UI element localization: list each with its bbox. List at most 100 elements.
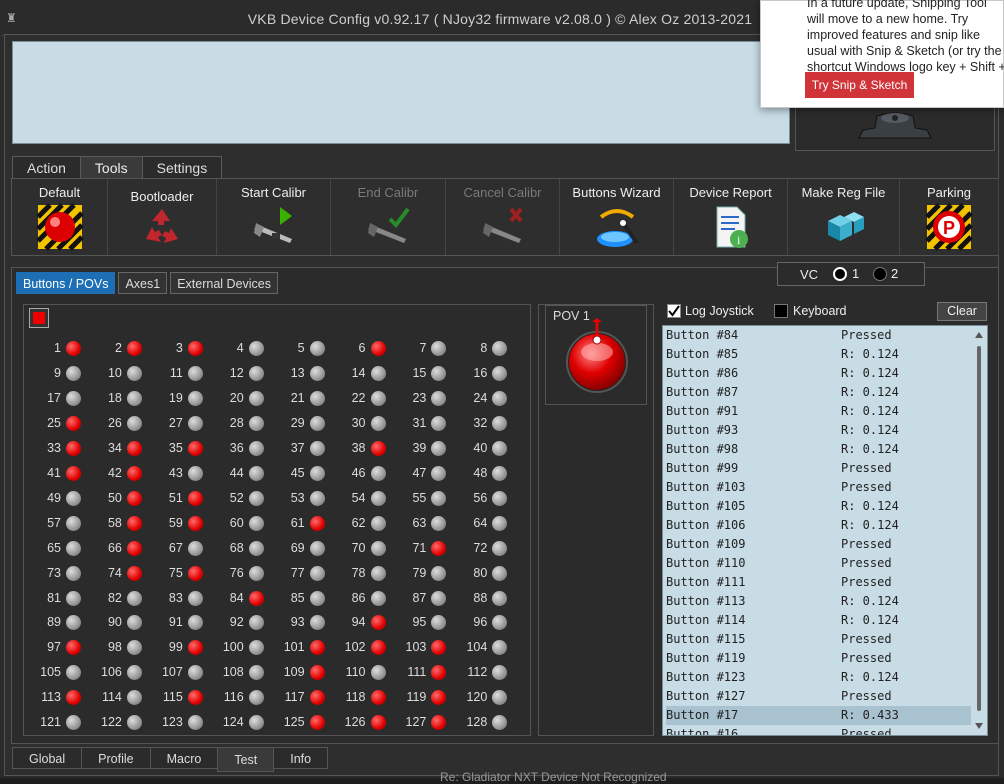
log-row[interactable]: Button #109 Pressed <box>666 535 973 554</box>
log-row[interactable]: Button #110 Pressed <box>666 554 973 573</box>
subtab-external-devices[interactable]: External Devices <box>170 272 279 294</box>
button-number: 82 <box>107 590 122 605</box>
button-led-icon <box>431 490 447 506</box>
bottom-tab-global[interactable]: Global <box>12 747 83 769</box>
button-number: 40 <box>473 440 488 455</box>
vc-radio-2[interactable] <box>873 267 887 281</box>
log-row[interactable]: Button #87 R: 0.124 <box>666 383 973 402</box>
button-number: 75 <box>168 565 183 580</box>
bottom-tab-info[interactable]: Info <box>273 747 329 769</box>
log-row[interactable]: Button #16 Pressed <box>666 725 973 735</box>
button-led-icon <box>370 565 386 581</box>
button-indicator: 27 <box>143 415 203 433</box>
button-indicator: 14 <box>326 365 386 383</box>
button-led-icon <box>431 440 447 456</box>
clear-button[interactable]: Clear <box>937 302 987 321</box>
tool-bootloader-button[interactable]: Bootloader <box>108 179 217 255</box>
button-number: 61 <box>290 515 305 530</box>
button-number: 12 <box>229 365 244 380</box>
tool-label: Device Report <box>689 185 772 200</box>
button-number: 101 <box>283 640 305 655</box>
button-indicator: 17 <box>21 390 81 408</box>
button-led-icon <box>492 540 508 556</box>
log-row[interactable]: Button #113 R: 0.124 <box>666 592 973 611</box>
subtab-axes1[interactable]: Axes1 <box>118 272 168 294</box>
button-indicator: 85 <box>265 590 325 608</box>
button-led-icon <box>126 540 142 556</box>
button-led-icon <box>309 341 325 356</box>
button-indicator: 39 <box>386 440 447 458</box>
log-row[interactable]: Button #84 Pressed <box>666 326 973 345</box>
log-value: R: 0.124 <box>841 385 899 399</box>
log-row[interactable]: Button #111 Pressed <box>666 573 973 592</box>
tab-tools[interactable]: Tools <box>79 156 143 178</box>
try-snip-sketch-button[interactable]: Try Snip & Sketch <box>805 72 914 98</box>
log-scrollbar[interactable] <box>971 326 987 735</box>
tool-buttons-wizard-button[interactable]: Buttons Wizard <box>560 179 674 255</box>
log-row[interactable]: Button #91 R: 0.124 <box>666 402 973 421</box>
button-indicator: 94 <box>326 614 386 632</box>
tool-device-report-button[interactable]: Device Report i <box>674 179 788 255</box>
log-row[interactable]: Button #85 R: 0.124 <box>666 345 973 364</box>
tool-make-reg-file-button[interactable]: Make Reg File <box>788 179 900 255</box>
log-row[interactable]: Button #98 R: 0.124 <box>666 440 973 459</box>
button-number: 64 <box>473 515 488 530</box>
bottom-tab-profile[interactable]: Profile <box>81 747 151 769</box>
checkmark-icon <box>668 305 680 317</box>
tool-start-calibr-button[interactable]: Start Calibr <box>217 179 331 255</box>
log-row[interactable]: Button #106 R: 0.124 <box>666 516 973 535</box>
log-row[interactable]: Button #99 Pressed <box>666 459 973 478</box>
tool-cancel-calibr-button[interactable]: Cancel Calibr <box>446 179 560 255</box>
scroll-down-icon <box>975 723 983 729</box>
button-indicator: 16 <box>447 365 508 383</box>
log-row[interactable]: Button #119 Pressed <box>666 649 973 668</box>
log-row[interactable]: Button #86 R: 0.124 <box>666 364 973 383</box>
subtab-buttons-povs[interactable]: Buttons / POVs <box>16 272 116 294</box>
bottom-tab-test[interactable]: Test <box>217 747 275 772</box>
log-row[interactable]: Button #114 R: 0.124 <box>666 611 973 630</box>
button-number: 60 <box>229 515 244 530</box>
button-number: 25 <box>47 415 61 430</box>
button-led-icon <box>431 690 447 706</box>
button-number: 18 <box>107 390 122 405</box>
button-led-icon <box>126 590 142 606</box>
button-indicator: 90 <box>82 614 142 632</box>
log-event: Button #119 <box>666 651 746 665</box>
log-row[interactable]: Button #93 R: 0.124 <box>666 421 973 440</box>
button-led-icon <box>187 365 203 381</box>
button-indicator: 67 <box>143 540 203 558</box>
keyboard-checkbox[interactable] <box>774 304 788 318</box>
log-row[interactable]: Button #115 Pressed <box>666 630 973 649</box>
log-row[interactable]: Button #127 Pressed <box>666 687 973 706</box>
log-joystick-checkbox[interactable] <box>667 304 681 318</box>
tab-settings[interactable]: Settings <box>141 156 223 178</box>
button-indicator: 9 <box>21 365 81 383</box>
bottom-tab-macro[interactable]: Macro <box>149 747 219 769</box>
button-number: 53 <box>290 490 305 505</box>
log-value: Pressed <box>841 632 892 646</box>
button-led-icon <box>370 390 386 406</box>
vc-radio-1[interactable] <box>833 267 847 281</box>
log-row[interactable]: Button #105 R: 0.124 <box>666 497 973 516</box>
button-indicator: 69 <box>265 540 325 558</box>
log-row[interactable]: Button #103 Pressed <box>666 478 973 497</box>
button-number: 118 <box>345 690 366 705</box>
button-led-icon <box>370 341 386 356</box>
log-row[interactable]: Button #17 R: 0.433 <box>666 706 973 725</box>
button-number: 105 <box>40 665 61 680</box>
log-event: Button #109 <box>666 537 746 551</box>
button-number: 59 <box>168 515 183 530</box>
tool-end-calibr-button[interactable]: End Calibr <box>331 179 446 255</box>
button-led-icon <box>309 565 325 581</box>
log-row[interactable]: Button #123 R: 0.124 <box>666 668 973 687</box>
button-indicator: 103 <box>386 639 447 657</box>
event-log[interactable]: Button #84 Pressed Button #85 R: 0.124 Butto… <box>662 325 988 736</box>
button-led-icon <box>309 515 325 531</box>
log-event: Button #91 <box>666 404 739 418</box>
log-event: Button #115 <box>666 632 746 646</box>
tab-action[interactable]: Action <box>12 156 81 178</box>
button-indicator: 119 <box>386 689 447 707</box>
tool-default-button[interactable]: Default <box>12 179 108 255</box>
tool-parking-button[interactable]: Parking P <box>900 179 999 255</box>
button-led-icon <box>248 390 264 406</box>
